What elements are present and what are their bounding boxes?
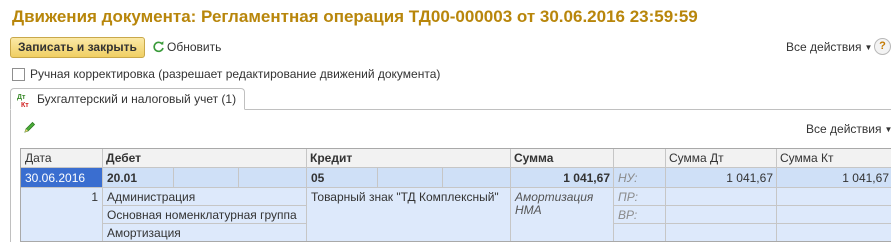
refresh-icon xyxy=(152,40,165,53)
credit-account: 05 xyxy=(311,171,325,185)
tax-label-vr: ВР: xyxy=(618,208,638,222)
row-sum-kt: 1 041,67 xyxy=(842,171,889,185)
column-header-credit[interactable]: Кредит xyxy=(306,149,352,168)
row-number: 1 xyxy=(91,190,98,204)
manual-correction-label: Ручная корректировка (разрешает редактир… xyxy=(30,67,441,81)
refresh-button[interactable]: Обновить xyxy=(152,40,221,54)
tab-label: Бухгалтерский и налоговый учет (1) xyxy=(37,92,237,106)
refresh-label: Обновить xyxy=(167,40,222,54)
panel-all-actions-menu[interactable]: Все действия ▼ xyxy=(806,122,891,136)
debit-subconto-2: Основная номенклатурная группа xyxy=(107,208,297,222)
chevron-down-icon: ▼ xyxy=(864,43,873,52)
tax-label-pr: ПР: xyxy=(618,190,638,204)
row-sum: 1 041,67 xyxy=(563,171,610,185)
save-and-close-button[interactable]: Записать и закрыть xyxy=(10,37,145,58)
credit-subconto: Товарный знак "ТД Комплексный" xyxy=(311,190,499,204)
debit-subconto-3: Амортизация xyxy=(107,226,181,240)
all-actions-label: Все действия xyxy=(786,40,862,54)
document-title: Движения документа: Регламентная операци… xyxy=(12,7,698,26)
tax-label-nu: НУ: xyxy=(618,171,638,185)
all-actions-menu[interactable]: Все действия ▼ xyxy=(786,40,872,54)
manual-correction-checkbox[interactable] xyxy=(12,68,25,81)
pencil-icon[interactable] xyxy=(24,121,36,136)
entries-table[interactable]: Дата Дебет Кредит Сумма Сумма Дт Сумма К… xyxy=(20,148,891,242)
command-bar: Записать и закрыть Обновить Все действия… xyxy=(10,36,891,60)
column-header-sum-dt[interactable]: Сумма Дт xyxy=(665,149,724,168)
tab-accounting[interactable]: Дт Кт Бухгалтерский и налоговый учет (1) xyxy=(10,88,246,110)
column-header-sum-kt[interactable]: Сумма Кт xyxy=(776,149,834,168)
column-header-date[interactable]: Дата xyxy=(21,149,52,168)
debit-subconto-1: Администрация xyxy=(107,190,196,204)
row-sum-dt: 1 041,67 xyxy=(726,171,773,185)
dt-kt-icon: Дт Кт xyxy=(17,94,29,109)
table-header xyxy=(21,149,891,168)
chevron-down-icon: ▼ xyxy=(884,125,891,134)
panel-all-actions-label: Все действия xyxy=(806,122,882,136)
help-button[interactable]: ? xyxy=(874,38,891,55)
row-date: 30.06.2016 xyxy=(25,171,86,185)
debit-account: 20.01 xyxy=(107,171,138,185)
accounting-panel: Все действия ▼ Дата Дебет Кредит Сумма Су… xyxy=(10,110,891,242)
content-line-2: НМА xyxy=(515,203,542,217)
column-header-debit[interactable]: Дебет xyxy=(102,149,141,168)
tab-strip: Дт Кт Бухгалтерский и налоговый учет (1) xyxy=(10,88,891,110)
content-line-1: Амортизация xyxy=(515,190,594,204)
manual-correction-toggle[interactable]: Ручная корректировка (разрешает редактир… xyxy=(12,67,440,81)
column-header-sum[interactable]: Сумма xyxy=(510,149,553,168)
